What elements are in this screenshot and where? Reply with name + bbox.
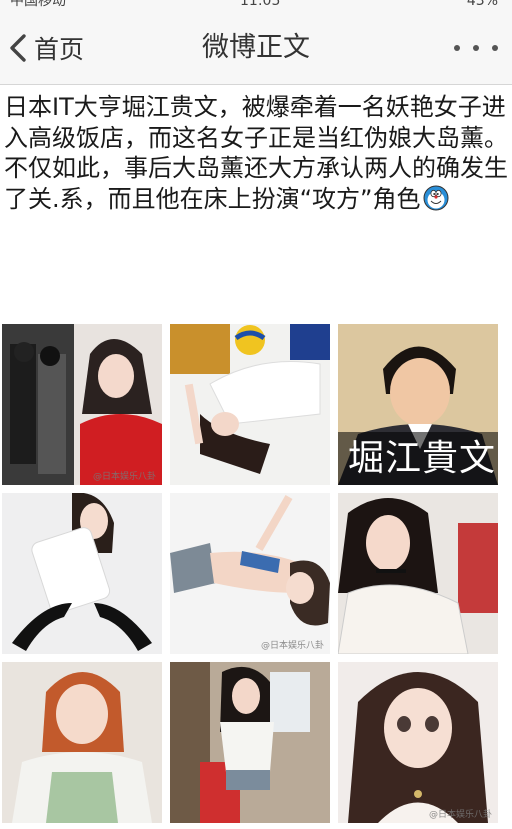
photo-thumbnail[interactable] [170,662,330,823]
photo-image [2,493,162,654]
photo-image [170,662,330,823]
photo-thumbnail[interactable] [170,324,330,485]
navigation-bar: 首页 微博正文 [0,14,512,85]
more-dot-icon [473,45,479,51]
photo-image [170,493,330,654]
photo-thumbnail[interactable] [2,662,162,823]
photo-thumbnail[interactable] [2,493,162,654]
photo-watermark: @日本娱乐八卦 [92,472,156,482]
photo-thumbnail[interactable]: @日本娱乐八卦 [2,324,162,485]
photo-watermark: @日本娱乐八卦 [428,810,492,820]
photo-watermark: @日本娱乐八卦 [260,641,324,651]
photo-image [338,662,498,823]
photo-thumbnail[interactable]: 堀江貴文 [338,324,498,485]
post-paragraph: 日本IT大亨堀江贵文，被爆牵着一名妖艳女子进入高级饭店，而这名女子正是当红伪娘大… [4,93,508,152]
photo-thumbnail[interactable] [338,493,498,654]
more-button[interactable] [454,36,498,60]
status-bar: 中国移动 11:05 43% [0,0,512,14]
photo-caption: 堀江貴文 [348,438,497,479]
post-body: 日本IT大亨堀江贵文，被爆牵着一名妖艳女子进入高级饭店，而这名女子正是当红伪娘大… [4,92,508,214]
photo-image [170,324,330,485]
carrier-label: 中国移动 [10,0,66,9]
more-dot-icon [454,45,460,51]
photo-image [2,324,162,485]
more-dot-icon [492,45,498,51]
photo-thumbnail[interactable]: @日本娱乐八卦 [170,493,330,654]
post-paragraph: 不仅如此，事后大岛薰还大方承认两人的确发生了关.系，而且他在床上扮演“攻方”角色 [4,153,508,214]
photo-thumbnail[interactable]: @日本娱乐八卦 [338,662,498,823]
doraemon-emoji-icon [423,185,448,210]
battery-level: 43% [466,0,498,9]
clock: 11:05 [240,0,281,9]
page-title: 微博正文 [202,32,310,63]
photo-image [338,493,498,654]
photo-image [2,662,162,823]
photo-grid: @日本娱乐八卦 堀江貴文 @日本娱乐八卦 @日本娱乐八卦 [2,324,506,824]
